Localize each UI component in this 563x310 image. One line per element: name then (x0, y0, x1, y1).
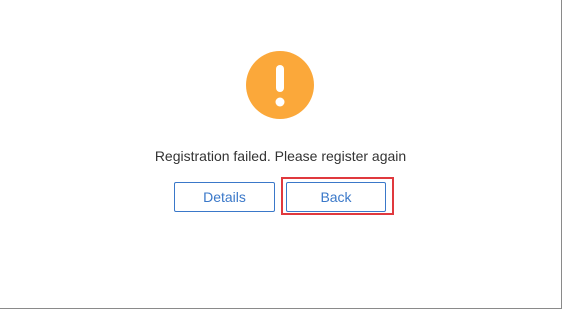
exclamation-icon (246, 51, 314, 119)
error-message: Registration failed. Please register aga… (154, 148, 407, 164)
details-button[interactable]: Details (174, 182, 275, 212)
back-button[interactable]: Back (286, 182, 386, 212)
registration-failed-dialog: Registration failed. Please register aga… (0, 0, 562, 309)
